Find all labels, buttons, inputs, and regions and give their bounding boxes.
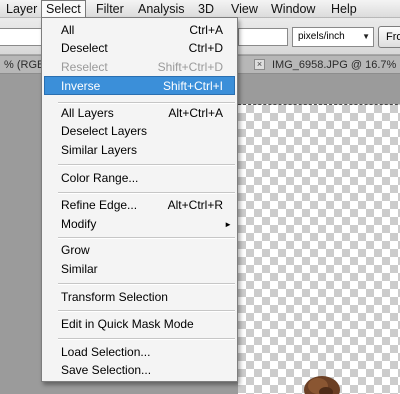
menu-filter[interactable]: Filter (96, 0, 124, 18)
menu-item-label: Modify (61, 217, 97, 231)
chevron-down-icon: ▼ (362, 32, 370, 41)
menu-item-all-layers[interactable]: All Layers Alt+Ctrl+A (44, 104, 235, 123)
menu-item-similar[interactable]: Similar (44, 260, 235, 279)
document-tab-active[interactable]: IMG_6958.JPG @ 16.7% (268, 56, 400, 74)
menu-window[interactable]: Window (271, 0, 315, 18)
menu-item-shortcut: Shift+Ctrl+D (157, 60, 223, 74)
menu-item-quick-mask[interactable]: Edit in Quick Mask Mode (44, 315, 235, 334)
menu-separator (58, 338, 235, 340)
menu-item-label: Similar (61, 262, 98, 276)
chevron-right-icon: ► (224, 220, 232, 229)
transparent-canvas[interactable] (238, 104, 400, 394)
menu-item-inverse[interactable]: Inverse Shift+Ctrl+I (44, 76, 235, 95)
menu-item-shortcut: Alt+Ctrl+A (168, 106, 223, 120)
option-input[interactable] (0, 28, 42, 46)
menu-separator (58, 192, 235, 194)
photo-subject-image (304, 376, 340, 394)
front-image-button[interactable]: Fro (378, 26, 400, 48)
menu-item-save-selection[interactable]: Save Selection... (44, 361, 235, 380)
menu-layer[interactable]: Layer (6, 0, 37, 18)
menu-item-modify[interactable]: Modify ► (44, 215, 235, 234)
menu-separator (58, 310, 235, 312)
close-icon[interactable]: × (254, 59, 265, 70)
menu-item-label: Transform Selection (61, 290, 168, 304)
menu-item-all[interactable]: All Ctrl+A (44, 21, 235, 40)
menu-item-label: All Layers (61, 106, 114, 120)
menu-item-color-range[interactable]: Color Range... (44, 169, 235, 188)
menu-item-shortcut: Alt+Ctrl+R (167, 198, 223, 212)
units-select[interactable]: pixels/inch ▼ (292, 27, 374, 47)
menu-item-transform-selection[interactable]: Transform Selection (44, 288, 235, 307)
select-menu-dropdown: All Ctrl+A Deselect Ctrl+D Reselect Shif… (41, 17, 238, 382)
menu-separator (58, 164, 235, 166)
menu-item-grow[interactable]: Grow (44, 241, 235, 260)
menu-item-shortcut: Ctrl+A (189, 23, 223, 37)
menu-separator (58, 283, 235, 285)
menu-item-label: All (61, 23, 75, 37)
resolution-input[interactable] (238, 28, 288, 46)
menu-item-label: Color Range... (61, 171, 139, 185)
menu-item-refine-edge[interactable]: Refine Edge... Alt+Ctrl+R (44, 196, 235, 215)
menu-item-label: Edit in Quick Mask Mode (61, 317, 194, 331)
menu-item-reselect: Reselect Shift+Ctrl+D (44, 58, 235, 77)
menu-item-shortcut: Ctrl+D (188, 41, 223, 55)
menu-view[interactable]: View (231, 0, 258, 18)
menu-help[interactable]: Help (331, 0, 357, 18)
menu-item-label: Reselect (61, 60, 108, 74)
menu-item-label: Deselect (61, 41, 108, 55)
menu-separator (58, 237, 235, 239)
menu-3d[interactable]: 3D (198, 0, 214, 18)
document-tab-left-label: % (RGB/8 (4, 59, 44, 71)
menu-item-shortcut: Shift+Ctrl+I (162, 79, 223, 93)
document-tab-active-label: IMG_6958.JPG @ 16.7% (272, 59, 397, 71)
menu-item-label: Inverse (61, 79, 101, 93)
units-select-value: pixels/inch (298, 31, 345, 42)
document-tab-left[interactable]: % (RGB/8 (0, 56, 44, 74)
menu-item-deselect-layers[interactable]: Deselect Layers (44, 122, 235, 141)
menu-item-deselect[interactable]: Deselect Ctrl+D (44, 39, 235, 58)
menu-item-label: Similar Layers (61, 143, 138, 157)
menu-analysis[interactable]: Analysis (138, 0, 185, 18)
menu-item-label: Deselect Layers (61, 124, 148, 138)
menu-item-label: Refine Edge... (61, 198, 138, 212)
menu-bar: Layer Select Filter Analysis 3D View Win… (0, 0, 400, 19)
menu-item-label: Save Selection... (61, 363, 152, 377)
menu-item-label: Grow (61, 243, 90, 257)
menu-item-load-selection[interactable]: Load Selection... (44, 343, 235, 362)
menu-item-label: Load Selection... (61, 345, 151, 359)
menu-item-similar-layers[interactable]: Similar Layers (44, 141, 235, 160)
